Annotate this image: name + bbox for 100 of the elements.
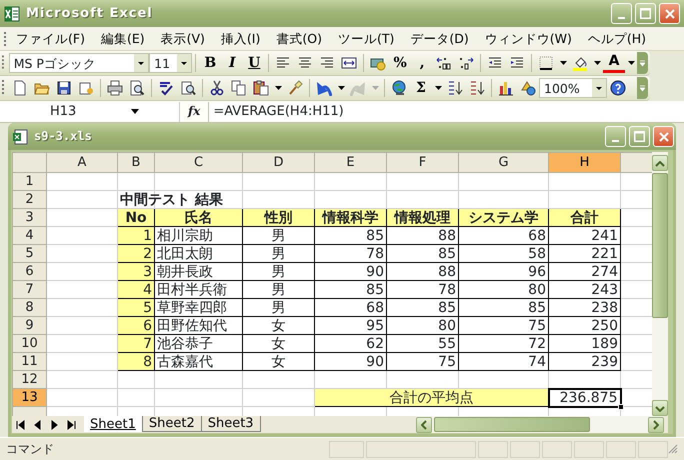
status-panel	[478, 440, 508, 458]
toolbar-button[interactable]: Σ	[410, 77, 432, 99]
menu-item[interactable]: ファイル(F)	[8, 28, 93, 48]
caret-icon	[594, 61, 600, 65]
column-header[interactable]: C	[154, 152, 242, 172]
menu-item[interactable]: データ(D)	[402, 28, 477, 48]
table-cell: 62	[314, 334, 386, 352]
table-cell: 男	[242, 226, 314, 244]
globe-link-icon	[391, 80, 407, 96]
formula-input[interactable]: =AVERAGE(H4:H11)	[208, 102, 684, 122]
caret-icon	[640, 84, 645, 92]
sheet-tab[interactable]: Sheet1	[84, 416, 143, 432]
last-sheet-icon	[66, 418, 77, 430]
column-header[interactable]: G	[458, 152, 548, 172]
row-header[interactable]: 2	[12, 190, 46, 208]
table-cell: 8	[118, 352, 154, 370]
scrollbar-thumb[interactable]	[434, 417, 590, 432]
scroll-up-button[interactable]	[652, 155, 668, 171]
increase-decimal-icon	[436, 55, 452, 71]
vertical-scrollbar[interactable]	[652, 152, 668, 416]
insert-function-button[interactable]: fx	[188, 104, 200, 119]
menu-item[interactable]: 表示(V)	[152, 28, 213, 48]
column-header[interactable]: B	[118, 152, 154, 172]
caret-icon	[338, 86, 344, 90]
row-header[interactable]: 6	[12, 262, 46, 280]
table-cell: 90	[314, 262, 386, 280]
menu-item[interactable]: 書式(O)	[268, 28, 330, 48]
menu-item[interactable]: 編集(E)	[92, 28, 153, 48]
maximize-button[interactable]	[635, 3, 656, 24]
combo-value: 11	[153, 56, 172, 70]
minimize-button[interactable]	[611, 3, 632, 24]
fill-color-icon	[572, 55, 588, 71]
toolbar-button[interactable]: B	[199, 52, 222, 74]
toolbar-button[interactable]: ,	[411, 52, 434, 74]
table-cell: 96	[458, 262, 548, 280]
scroll-down-button[interactable]	[652, 400, 668, 416]
table-header: 氏名	[154, 208, 242, 226]
table-cell: 85	[386, 298, 458, 316]
table-cell: 2	[118, 244, 154, 262]
close-icon	[664, 8, 674, 18]
status-panel	[606, 440, 636, 458]
toolbar-button[interactable]: A	[603, 53, 625, 73]
combo-box[interactable]: 11	[149, 53, 192, 73]
table-cell: 1	[118, 226, 154, 244]
paste-icon	[253, 80, 269, 96]
table-cell: 68	[458, 226, 548, 244]
row-header[interactable]: 12	[12, 370, 46, 388]
row-header[interactable]: 3	[12, 208, 46, 226]
maximize-button[interactable]	[629, 126, 650, 147]
table-cell: 85	[386, 244, 458, 262]
menu-item[interactable]: ツール(T)	[330, 28, 402, 48]
sort-descending-icon	[469, 80, 485, 96]
status-panel	[574, 440, 604, 458]
table-cell: 古森嘉代	[154, 352, 242, 370]
toolbar-button[interactable]: %	[389, 52, 412, 74]
status-panel	[510, 440, 540, 458]
scrollbar-thumb[interactable]	[652, 173, 668, 318]
caret-icon	[372, 86, 378, 90]
table-cell: 75	[386, 352, 458, 370]
combo-box[interactable]: MS Pゴシック	[8, 53, 150, 73]
row-header[interactable]: 11	[12, 352, 46, 370]
combo-box[interactable]: 100%	[539, 78, 607, 98]
minimize-button[interactable]	[605, 126, 626, 147]
toolbar-button[interactable]: I	[221, 52, 244, 74]
column-header[interactable]: A	[46, 152, 118, 172]
menu-item[interactable]: ヘルプ(H)	[580, 28, 654, 48]
horizontal-scrollbar[interactable]	[416, 416, 664, 433]
row-header[interactable]: 10	[12, 334, 46, 352]
toolbar-button[interactable]: U	[243, 52, 266, 74]
column-header[interactable]: H	[548, 152, 620, 172]
row-header[interactable]: 9	[12, 316, 46, 334]
bar-chart-icon	[498, 80, 514, 96]
sheet-tab[interactable]: Sheet2	[142, 416, 202, 432]
table-cell: 女	[242, 334, 314, 352]
table-cell: 女	[242, 352, 314, 370]
row-header[interactable]: 8	[12, 298, 46, 316]
column-header[interactable]: F	[386, 152, 458, 172]
caret-icon[interactable]	[131, 109, 139, 114]
research-icon	[180, 80, 196, 96]
close-button[interactable]	[659, 3, 680, 24]
row-header[interactable]: 1	[12, 172, 46, 190]
row-header[interactable]: 5	[12, 244, 46, 262]
caret-icon	[628, 61, 634, 65]
scroll-right-button[interactable]	[648, 416, 664, 432]
column-header[interactable]: D	[242, 152, 314, 172]
previous-sheet-icon	[32, 418, 43, 430]
row-header[interactable]: 4	[12, 226, 46, 244]
name-box[interactable]: H13	[0, 102, 180, 122]
scroll-left-button[interactable]	[416, 416, 432, 432]
row-header[interactable]: 13	[12, 388, 46, 406]
menu-item[interactable]: 挿入(I)	[212, 28, 268, 48]
row-header[interactable]: 7	[12, 280, 46, 298]
sheet-tab[interactable]: Sheet3	[202, 416, 261, 432]
sheet-title: 中間テスト 結果	[120, 192, 223, 208]
undo-icon	[316, 80, 332, 96]
shapes-icon	[520, 80, 536, 96]
column-header[interactable]: E	[314, 152, 386, 172]
menu-item[interactable]: ウィンドウ(W)	[476, 28, 580, 48]
close-button[interactable]	[653, 126, 674, 147]
table-cell: 7	[118, 334, 154, 352]
